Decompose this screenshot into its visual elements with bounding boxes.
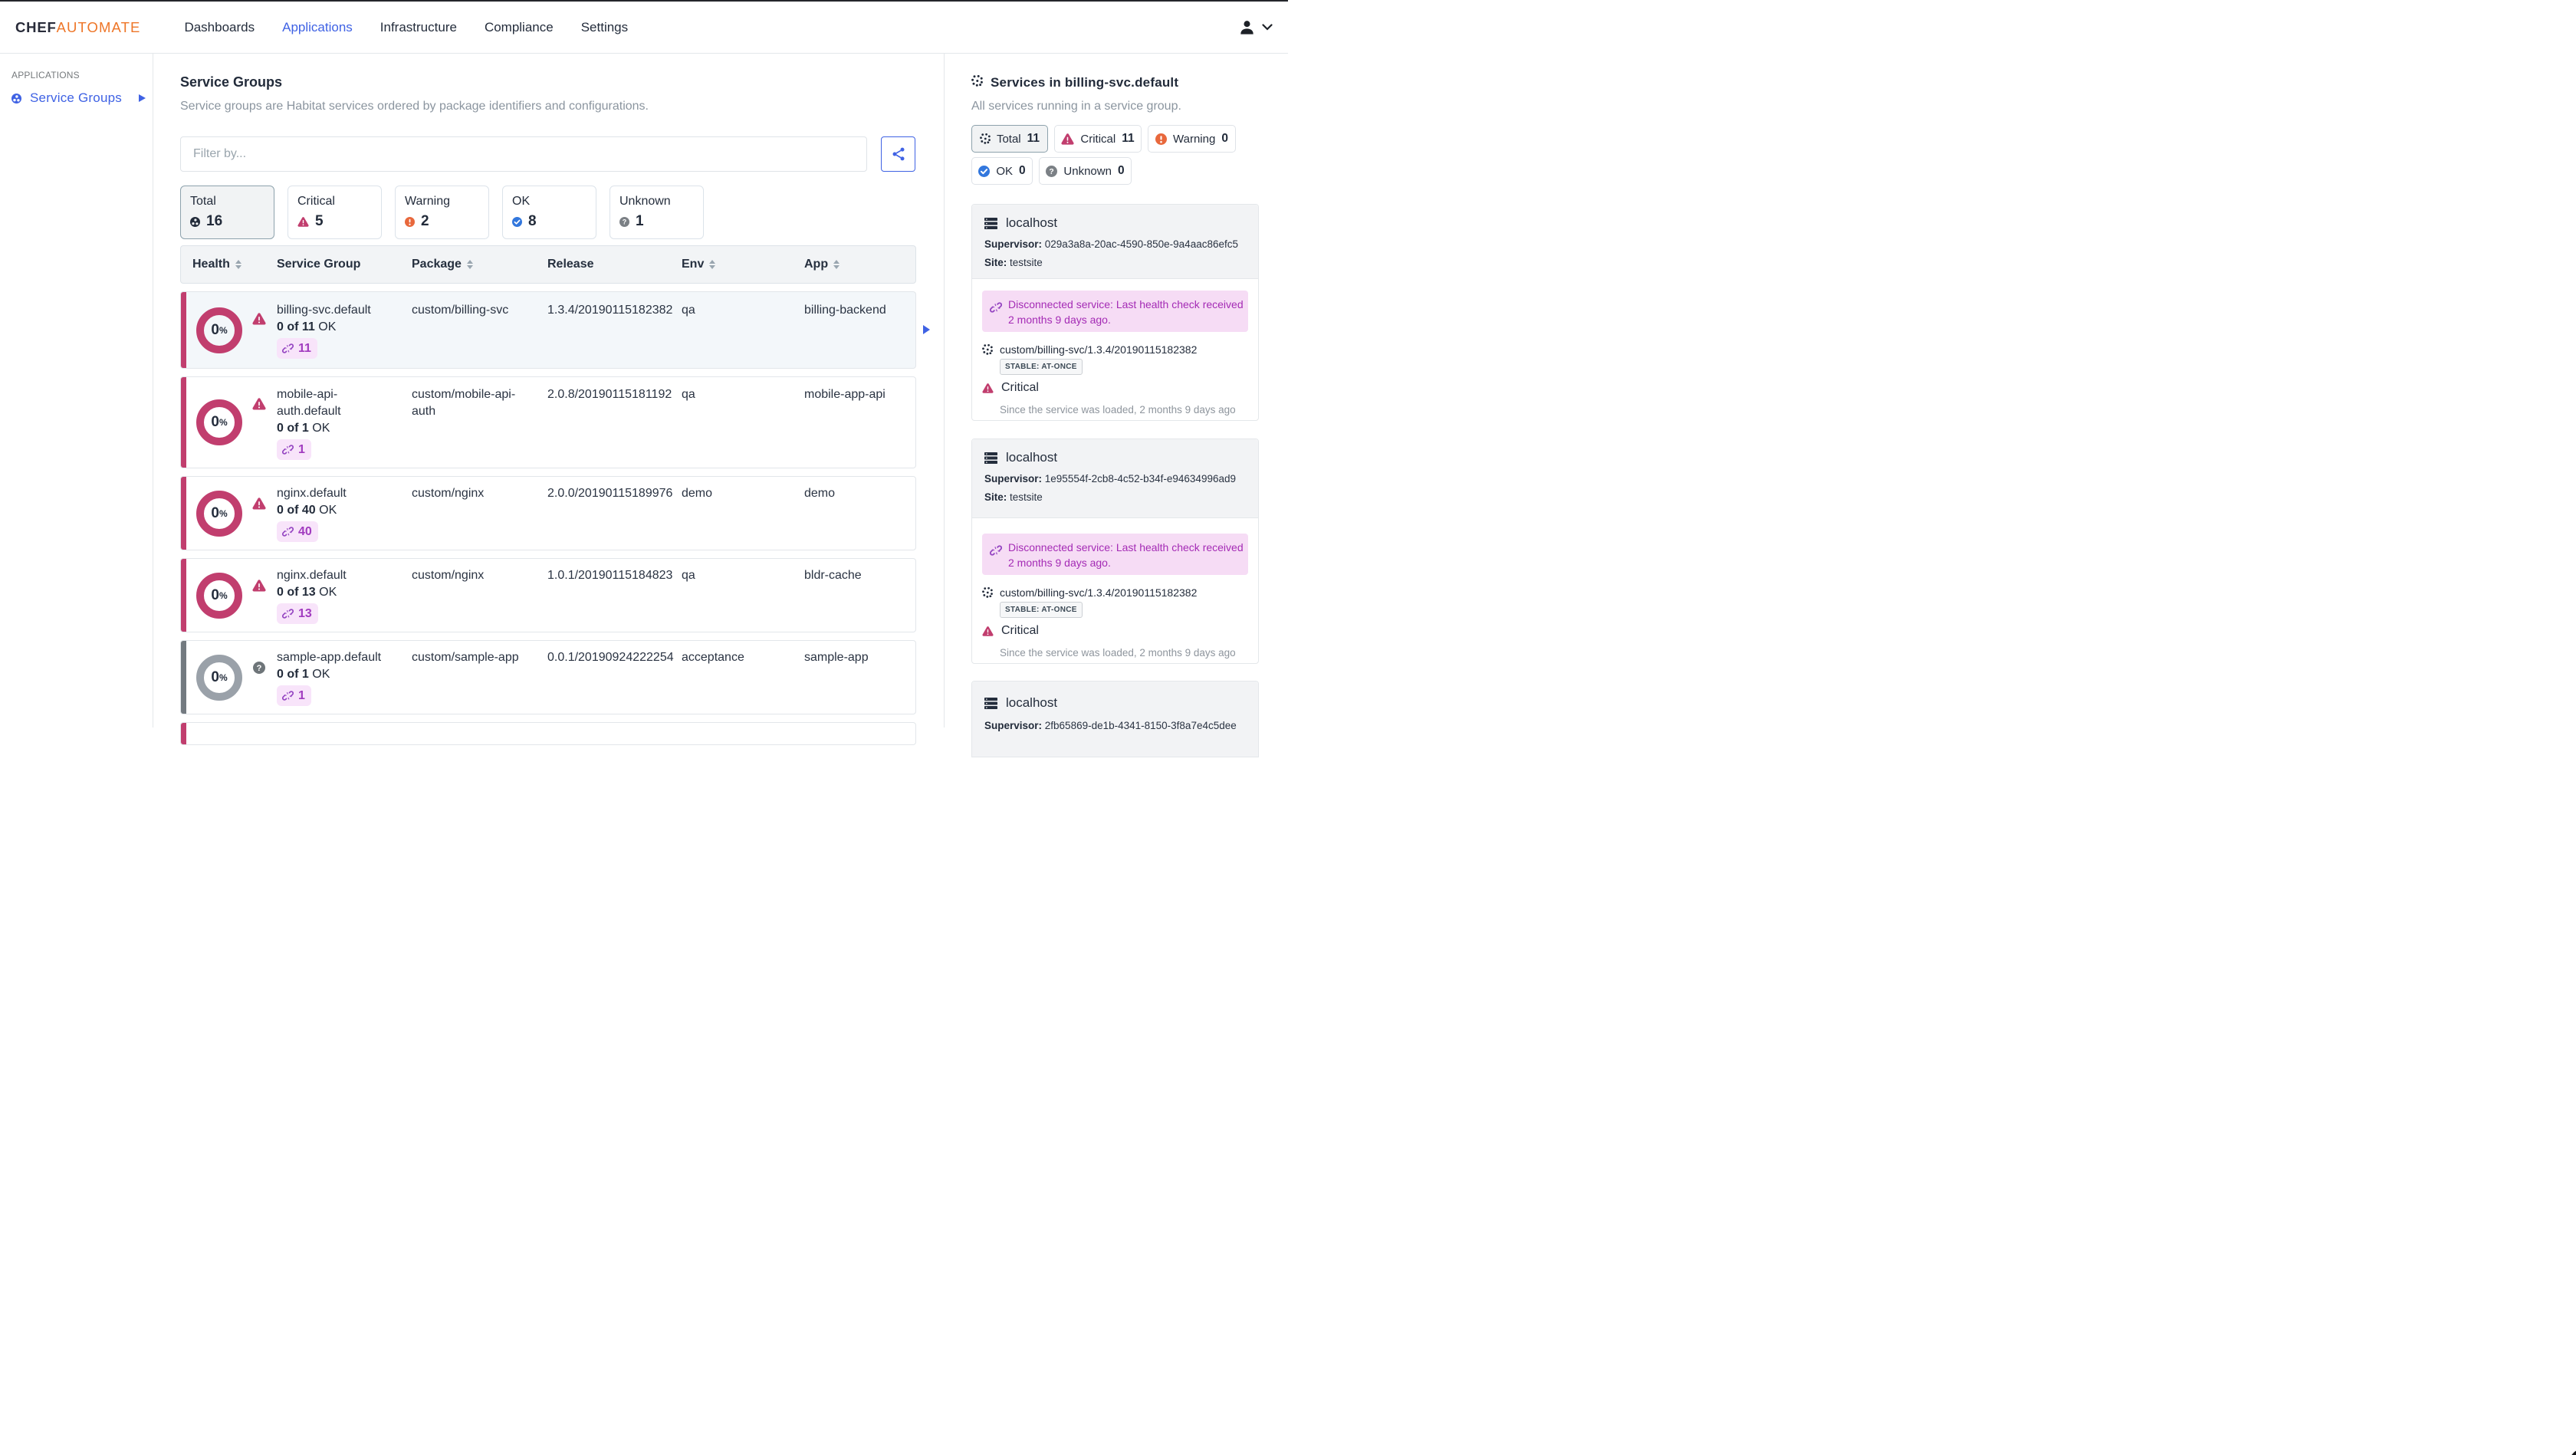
- svg-text:?: ?: [1050, 168, 1054, 176]
- svg-text:?: ?: [257, 664, 262, 673]
- svg-text:?: ?: [623, 218, 627, 225]
